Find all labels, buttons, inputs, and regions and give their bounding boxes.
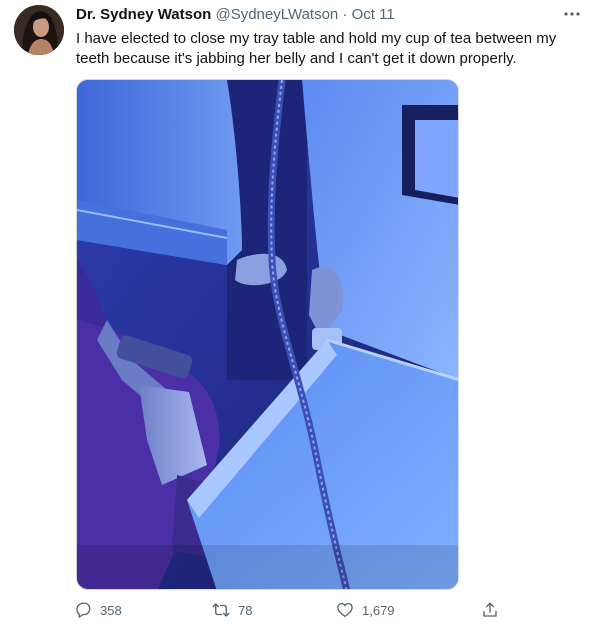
retweet-count: 78 (238, 602, 253, 618)
tweet-actions: 358 78 1,679 (74, 601, 504, 623)
separator-dot: · (342, 6, 348, 23)
author-name[interactable]: Dr. Sydney Watson (76, 6, 211, 23)
tweet[interactable]: Dr. Sydney Watson @SydneyLWatson · Oct 1… (0, 0, 615, 631)
tweet-photo[interactable] (76, 79, 459, 590)
more-horizontal-icon (564, 12, 580, 16)
reply-count: 358 (100, 602, 122, 618)
share-icon (483, 602, 497, 617)
avatar[interactable] (14, 5, 64, 55)
photo-airplane-tray-table (77, 80, 458, 589)
heart-icon (337, 602, 353, 618)
tweet-text: I have elected to close my tray table an… (76, 30, 557, 67)
reply-button[interactable]: 358 (74, 601, 122, 619)
reply-icon (76, 602, 91, 618)
like-button[interactable]: 1,679 (336, 601, 395, 619)
avatar-image (14, 5, 64, 55)
retweet-button[interactable]: 78 (212, 601, 252, 619)
tweet-date[interactable]: Oct 11 (352, 6, 395, 23)
share-button[interactable] (481, 601, 499, 619)
retweet-icon (212, 603, 230, 617)
more-button[interactable] (561, 4, 583, 24)
author-handle[interactable]: @SydneyLWatson (215, 6, 338, 23)
like-count: 1,679 (362, 602, 395, 618)
tweet-header: Dr. Sydney Watson @SydneyLWatson · Oct 1… (76, 6, 395, 23)
